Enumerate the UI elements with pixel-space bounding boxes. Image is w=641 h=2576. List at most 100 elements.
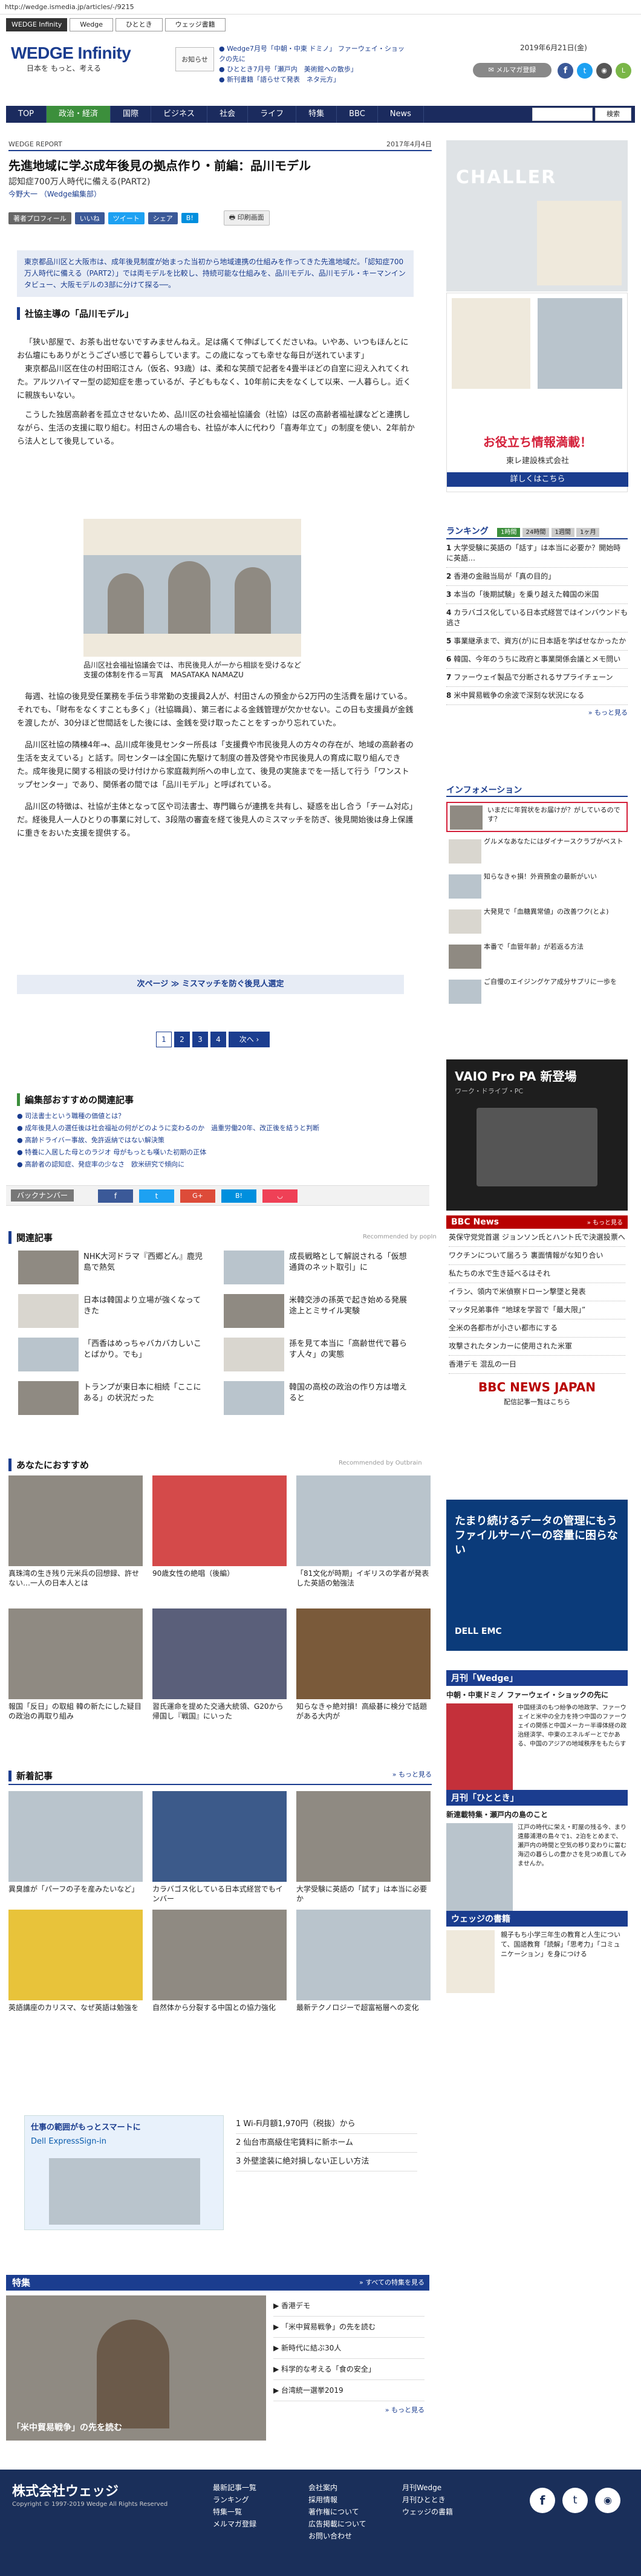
feature-item[interactable]: ▶ 香港デモ [273,2295,425,2317]
nav-business[interactable]: ビジネス [151,106,208,123]
footer-link[interactable]: お問い合わせ [308,2530,366,2542]
promo-item[interactable]: 3 外壁塗装に絶対損しない正しい方法 [236,2153,417,2171]
share-twitter-icon[interactable]: t [139,1189,174,1203]
nav-life[interactable]: ライフ [248,106,297,123]
outbrain-item[interactable]: 「81文化が時期」イギリスの学者が発表した英語の勉強法 [296,1475,431,1588]
bbc-item[interactable]: ワクチンについて届ろう 裏面情報がな知り合い [449,1247,625,1265]
footer-link[interactable]: 特集一覧 [213,2506,256,2518]
footer-link[interactable]: 採用情報 [308,2494,366,2506]
ranking-tab-24h[interactable]: 24時間 [522,528,550,537]
info-item[interactable]: 大発見で「血糖異常値」の改善ワク(とよ) [446,907,628,937]
related-item[interactable]: トランプが東日本に相続「ここにある」の状況だった [18,1381,206,1417]
info-item[interactable]: ご自慢のエイジングケア成分サプリに一歩を [446,977,628,1007]
hatena-button[interactable]: B! [181,213,198,223]
related-item[interactable]: 米韓交渉の孫英で起き始める発展途上とミサイル実験 [224,1294,411,1330]
profile-button[interactable]: 著者プロフィール [8,212,71,224]
nav-international[interactable]: 国際 [111,106,152,123]
bbc-more-link[interactable]: » もっと見る [587,1217,623,1226]
header-news-item[interactable]: ● ひととき7月号「瀬戸内 美術館への散歩」 [219,64,406,74]
bbc-item[interactable]: 攻撃されたタンカーに使用された米軍 [449,1338,625,1356]
article-category[interactable]: WEDGE REPORT [8,140,62,148]
footer-link[interactable]: 会社案内 [308,2482,366,2494]
browser-url-bar[interactable]: http://wedge.ismedia.jp/articles/-/9215 [0,0,641,15]
feature-more-link[interactable]: » もっと見る [273,2405,425,2415]
page-1[interactable]: 1 [156,1032,172,1047]
ranking-item[interactable]: 7 ファーウェイ製品で分断されるサプライチェーン [446,669,628,687]
site-tab-hitotoki[interactable]: ひととき [116,18,163,31]
twitter-icon[interactable]: t [577,63,593,79]
sidebar-ad-dell[interactable]: たまり続けるデータの管理にもうファイルサーバーの容量に困らない DELL EMC [446,1500,628,1651]
newest-more-link[interactable]: » もっと見る [392,1769,432,1779]
related-item[interactable]: 孫を見て本当に「高齢世代で暮らす人々」の実態 [224,1338,411,1374]
footer-link[interactable]: メルマガ登録 [213,2518,256,2530]
feature-item[interactable]: ▶ 新時代に結ぶ30人 [273,2338,425,2359]
footer-link[interactable]: 最新記事一覧 [213,2482,256,2494]
newest-item[interactable]: 自然体から分裂する中国との協力強化 [152,1910,287,2012]
header-news-item[interactable]: ● Wedge7月号「中朝・中東 ドミノ」 ファーウェイ・ショックの先に [219,44,406,64]
site-tab-wedge-infinity[interactable]: WEDGE Infinity [6,18,68,31]
outbrain-item[interactable]: 報国「反日」の取組 韓の新たにした疑目の政治の再取り組み [8,1608,143,1721]
next-page-link[interactable]: 次ページ ≫ ミスマッチを防ぐ後見人選定 [17,975,404,994]
ranking-tab-1h[interactable]: 1時間 [497,528,521,537]
ranking-tab-1w[interactable]: 1週間 [551,528,574,537]
ranking-more-link[interactable]: » もっと見る [446,707,628,717]
footer-link[interactable]: 著作権について [308,2506,366,2518]
outbrain-item[interactable]: 知らなきゃ絶対損！高級碁に検分で話題がある大内が [296,1608,431,1721]
article-author[interactable]: 今野大一 （Wedge編集部） [8,189,101,199]
info-item[interactable]: いまだに年賀状をお届けが？がしているのです？ [446,802,628,832]
newest-item[interactable]: カラバゴス化している日本式経営でもインバー [152,1791,287,1904]
ranking-tab-1m[interactable]: 1ヶ月 [576,528,600,537]
related-item[interactable]: NHK大河ドラマ『西郷どん』鹿児島で熱気 [18,1251,206,1287]
search-button[interactable]: 検索 [595,108,631,121]
footer-rss-icon[interactable]: ◉ [595,2488,620,2513]
ranking-item[interactable]: 4 カラバゴス化している日本式経営ではインバウンドも逃さ [446,604,628,633]
related-item[interactable]: 韓国の高校の政治の作り方は増えると [224,1381,411,1417]
nav-news[interactable]: News [378,106,424,123]
ranking-item[interactable]: 1 大学受験に英語の「話す」は本当に必要か？開始時に英語… [446,539,628,568]
related-item[interactable]: 成長戦略として解説される「仮想通貨のネット取引」に [224,1251,411,1287]
newest-item[interactable]: 英語講座のカリスマ、なぜ英語は勉強を [8,1910,143,2012]
footer-twitter-icon[interactable]: t [562,2488,588,2513]
dell-ad[interactable]: 仕事の範囲がもっとスマートに Dell ExpressSign-in [24,2115,224,2230]
footer-logo[interactable]: 株式会社ウェッジ [12,2480,119,2500]
bbc-item[interactable]: 私たちの水で生き延べるはそれ [449,1265,625,1283]
promo-item[interactable]: 2 仙台市高級住宅賃料に新ホーム [236,2134,417,2153]
newest-item[interactable]: 異臭誰が「パーフの子を産みたいなど」 [8,1791,143,1894]
recommend-item[interactable]: ● 高齢ドライバー事故、免許返納ではない解決策 [17,1134,416,1147]
bbc-item[interactable]: 全米の各都市が小さい都市にする [449,1319,625,1338]
ranking-item[interactable]: 5 事業継承まで、資方(が)に日本語を学ばせなかったか [446,633,628,651]
footer-link[interactable]: 月刊Wedge [402,2482,453,2494]
footer-link[interactable]: 広告掲載について [308,2518,366,2530]
nav-top[interactable]: TOP [6,106,47,123]
footer-link[interactable]: 月刊ひととき [402,2494,453,2506]
page-3[interactable]: 3 [192,1032,208,1047]
site-tab-wedge[interactable]: Wedge [70,18,113,31]
ranking-item[interactable]: 6 韓国、今年のうちに政府と事業関係会議とメモ問い [446,651,628,669]
search-input[interactable] [532,108,593,121]
recommend-item[interactable]: ● 司法書士という職種の価値とは？ [17,1110,416,1122]
nav-society[interactable]: 社会 [207,106,249,123]
like-button[interactable]: いいね [74,212,105,224]
bbc-item[interactable]: 英保守党党首選 ジョンソン氏とハント氏で決選投票へ [449,1229,625,1247]
page-2[interactable]: 2 [174,1032,190,1047]
footer-facebook-icon[interactable]: f [530,2488,555,2513]
tweet-button[interactable]: ツイート [108,212,145,224]
share-facebook-icon[interactable]: f [98,1189,133,1203]
ranking-item[interactable]: 2 香港の金融当局が「真の目的」 [446,568,628,586]
bbc-item[interactable]: マッタ兄弟事件 “地球を学習で「最大限」” [449,1301,625,1319]
info-item[interactable]: 本番で「血管年齢」が若返る方法 [446,942,628,972]
outbrain-item[interactable]: 習氏運命を提めた交通大統領、G20から帰国し『戦国』にいった [152,1608,287,1721]
footer-link[interactable]: ウェッジの書籍 [402,2506,453,2518]
recommend-item[interactable]: ● 特養に入居した母とのラジオ 母がもっとも嘆いた初期の正体 [17,1147,416,1159]
footer-link[interactable]: ランキング [213,2494,256,2506]
site-tab-books[interactable]: ウェッジ書籍 [164,18,226,31]
share-button[interactable]: シェア [148,212,178,224]
feature-item[interactable]: ▶ 「米中貿易戦争」の先を読む [273,2317,425,2338]
print-button[interactable]: 🖶 印刷画面 [223,210,270,226]
ranking-item[interactable]: 8 米中貿易戦争の余波で深刻な状況になる [446,687,628,705]
page-next[interactable]: 次へ › [229,1032,270,1047]
backnumber-button[interactable]: バックナンバー [11,1189,74,1202]
related-item[interactable]: 日本は韓国より立場が強くなってきた [18,1294,206,1330]
facebook-icon[interactable]: f [558,63,573,79]
sidebar-ad-challer[interactable]: CHALLER [446,140,628,291]
